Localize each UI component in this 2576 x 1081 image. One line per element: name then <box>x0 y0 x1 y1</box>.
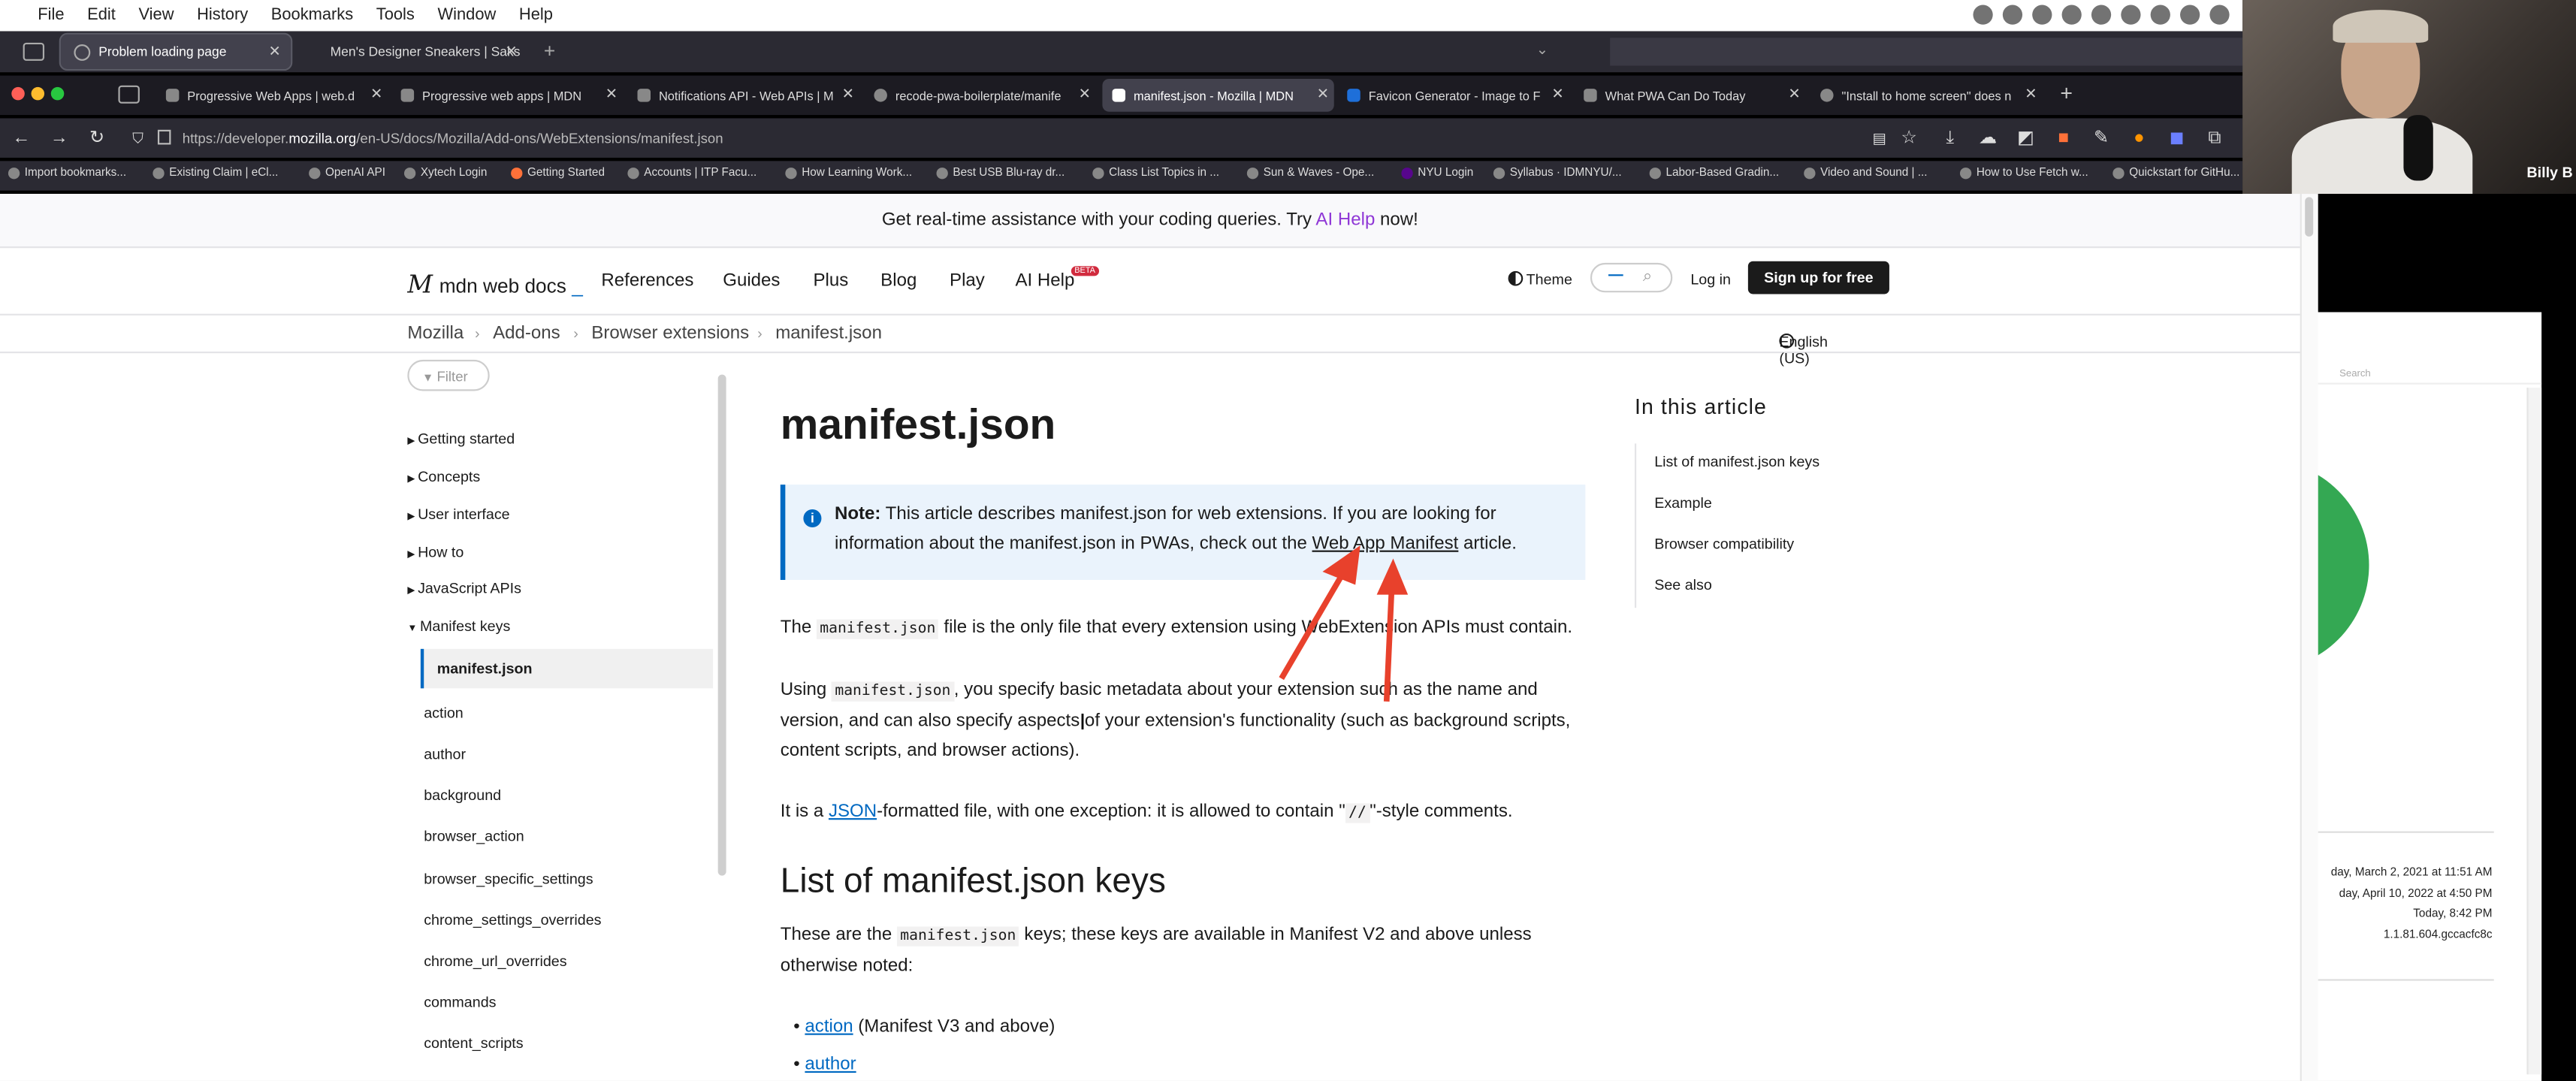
arrow-head <box>1376 558 1409 595</box>
annotation-arrow <box>1279 570 1347 681</box>
annotation-arrow <box>1383 591 1395 702</box>
arrow-head <box>1322 545 1360 585</box>
screen: File Edit View History Bookmarks Tools W… <box>0 0 2576 1081</box>
annotation-arrows <box>1279 545 1409 702</box>
